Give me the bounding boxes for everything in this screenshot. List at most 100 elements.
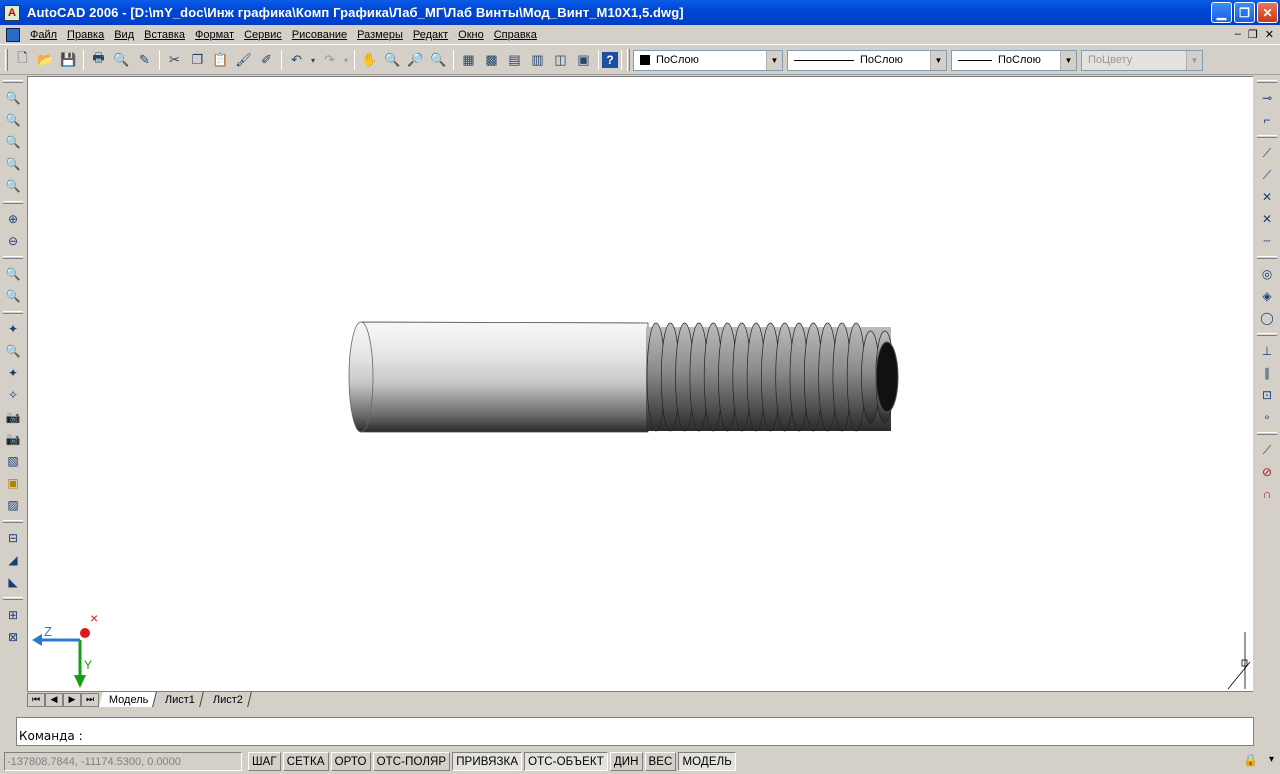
lineweight-combo[interactable]: ПоСлою ▼ xyxy=(951,49,1077,71)
orbit-icon[interactable]: ✦ xyxy=(2,318,24,340)
snap-midpoint-icon[interactable]: ⟋ xyxy=(1256,164,1278,186)
osnap-settings-icon[interactable]: ∩ xyxy=(1256,483,1278,505)
zoom-3d-icon[interactable]: 🔍 xyxy=(2,340,24,362)
snap-center-icon[interactable]: ◎ xyxy=(1256,263,1278,285)
menu-edit[interactable]: Правка xyxy=(62,29,109,41)
snap-none-icon[interactable]: ⊘ xyxy=(1256,461,1278,483)
menu-tools[interactable]: Сервис xyxy=(239,29,287,41)
tab-nav-next-button[interactable]: ▶ xyxy=(63,692,81,707)
zoom-dynamic-icon[interactable]: 🔍 xyxy=(2,109,24,131)
menu-help[interactable]: Справка xyxy=(489,29,542,41)
command-line[interactable]: Команда : xyxy=(16,717,1254,746)
pan-icon[interactable]: ✋ xyxy=(358,49,381,71)
shade-icon[interactable]: ▣ xyxy=(2,472,24,494)
grid-toggle[interactable]: СЕТКА xyxy=(282,752,329,771)
publish-icon[interactable]: ✎ xyxy=(133,49,156,71)
properties-toolbar-grip[interactable] xyxy=(627,49,630,71)
redo-dropdown-icon[interactable]: ▾ xyxy=(341,49,351,71)
dimension-linear-icon[interactable]: ⊟ xyxy=(2,527,24,549)
menu-file[interactable]: Файл xyxy=(25,29,62,41)
doc-close-button[interactable]: ✕ xyxy=(1265,28,1274,41)
properties-icon[interactable]: ▦ xyxy=(457,49,480,71)
plot-preview-icon[interactable]: 🔍 xyxy=(110,49,133,71)
snap-extension-icon[interactable]: ┄ xyxy=(1256,230,1278,252)
lock-icon[interactable]: 🔒 xyxy=(1243,753,1258,767)
dyn-toggle[interactable]: ДИН xyxy=(609,752,643,771)
save-icon[interactable]: 💾 xyxy=(57,49,80,71)
zoom-realtime-icon[interactable]: 🔍 xyxy=(381,49,404,71)
snap-to-endpoint-icon[interactable]: ⊸ xyxy=(1256,87,1278,109)
tab-model[interactable]: Модель xyxy=(99,692,158,707)
new-icon[interactable]: 🗋 xyxy=(11,49,34,71)
markup-icon[interactable]: ◫ xyxy=(549,49,572,71)
zoom-center-icon[interactable]: 🔍 xyxy=(2,153,24,175)
zoom-extents-icon[interactable]: 🔍 xyxy=(2,285,24,307)
tray-menu-icon[interactable]: ▾ xyxy=(1269,754,1274,765)
ortho-toggle[interactable]: ОРТО xyxy=(330,752,371,771)
model-toggle[interactable]: МОДЕЛЬ xyxy=(678,752,736,771)
snap-toggle[interactable]: ШАГ xyxy=(248,752,281,771)
osnap-toggle[interactable]: ПРИВЯЗКА xyxy=(452,752,523,771)
snap-endpoint-icon[interactable]: ⟋ xyxy=(1256,142,1278,164)
close-button[interactable]: ✕ xyxy=(1257,2,1278,23)
dimension-angular-icon[interactable]: ◣ xyxy=(2,571,24,593)
camera-icon[interactable]: 📷 xyxy=(2,406,24,428)
design-center-icon[interactable]: ▩ xyxy=(480,49,503,71)
dimension-edit-icon[interactable]: ⊠ xyxy=(2,626,24,648)
adjust-distance-icon[interactable]: 📷 xyxy=(2,428,24,450)
linetype-combo[interactable]: ПоСлою ▼ xyxy=(787,49,947,71)
undo-icon[interactable]: ↶ xyxy=(285,49,308,71)
menu-modify[interactable]: Редакт xyxy=(408,29,453,41)
zoom-scale-icon[interactable]: 🔍 xyxy=(2,131,24,153)
toolbar-grip[interactable] xyxy=(5,49,8,71)
snap-apparent-intersection-icon[interactable]: ✕ xyxy=(1256,208,1278,230)
tab-nav-prev-button[interactable]: ◀ xyxy=(45,692,63,707)
swivel-icon[interactable]: ▧ xyxy=(2,450,24,472)
tab-nav-last-button[interactable]: ⏭ xyxy=(81,692,99,707)
menu-window[interactable]: Окно xyxy=(453,29,489,41)
block-editor-icon[interactable]: ✐ xyxy=(255,49,278,71)
calculator-icon[interactable]: ▣ xyxy=(572,49,595,71)
sheet-set-icon[interactable]: ▥ xyxy=(526,49,549,71)
zoom-out-icon[interactable]: ⊖ xyxy=(2,230,24,252)
restore-button[interactable]: ❐ xyxy=(1234,2,1255,23)
snap-parallel-icon[interactable]: ∥ xyxy=(1256,362,1278,384)
continuous-orbit-icon[interactable]: ✧ xyxy=(2,384,24,406)
open-icon[interactable]: 📂 xyxy=(34,49,57,71)
snap-perpendicular-icon[interactable]: ⊥ xyxy=(1256,340,1278,362)
autocad-app-icon[interactable]: A xyxy=(4,4,20,21)
snap-from-icon[interactable]: ⌐ xyxy=(1256,109,1278,131)
menu-view[interactable]: Вид xyxy=(109,29,139,41)
doc-minimize-button[interactable]: – xyxy=(1235,28,1241,41)
zoom-window-icon[interactable]: 🔍 xyxy=(2,87,24,109)
print-icon[interactable]: 🖶 xyxy=(87,49,110,71)
doc-restore-button[interactable]: ❐ xyxy=(1248,28,1258,41)
undo-dropdown-icon[interactable]: ▾ xyxy=(308,49,318,71)
snap-node-icon[interactable]: ∘ xyxy=(1256,406,1278,428)
snap-tangent-icon[interactable]: ◯ xyxy=(1256,307,1278,329)
zoom-window-icon[interactable]: 🔎 xyxy=(404,49,427,71)
tolerance-icon[interactable]: ⊞ xyxy=(2,604,24,626)
snap-quadrant-icon[interactable]: ◈ xyxy=(1256,285,1278,307)
zoom-in-icon[interactable]: ⊕ xyxy=(2,208,24,230)
zoom-previous-icon[interactable]: 🔍 xyxy=(427,49,450,71)
drawing-area[interactable]: Z Y × xyxy=(27,76,1253,691)
color-combo[interactable]: ПоСлою ▼ xyxy=(633,49,783,71)
match-properties-icon[interactable]: 🖌 xyxy=(232,49,255,71)
dimension-aligned-icon[interactable]: ◢ xyxy=(2,549,24,571)
menu-dimension[interactable]: Размеры xyxy=(352,29,408,41)
document-icon[interactable] xyxy=(6,27,20,42)
copy-icon[interactable]: ❐ xyxy=(186,49,209,71)
tool-palettes-icon[interactable]: ▤ xyxy=(503,49,526,71)
lineweight-toggle[interactable]: ВЕС xyxy=(644,752,677,771)
redo-icon[interactable]: ↷ xyxy=(318,49,341,71)
snap-nearest-icon[interactable]: ⟋ xyxy=(1256,439,1278,461)
render-icon[interactable]: ▨ xyxy=(2,494,24,516)
chevron-down-icon[interactable]: ▼ xyxy=(766,50,782,70)
chevron-down-icon[interactable]: ▼ xyxy=(1060,50,1076,70)
snap-intersection-icon[interactable]: ✕ xyxy=(1256,186,1278,208)
free-orbit-icon[interactable]: ✦ xyxy=(2,362,24,384)
help-icon[interactable]: ? xyxy=(602,52,618,68)
cut-icon[interactable]: ✂ xyxy=(163,49,186,71)
zoom-all-icon[interactable]: 🔍 xyxy=(2,263,24,285)
